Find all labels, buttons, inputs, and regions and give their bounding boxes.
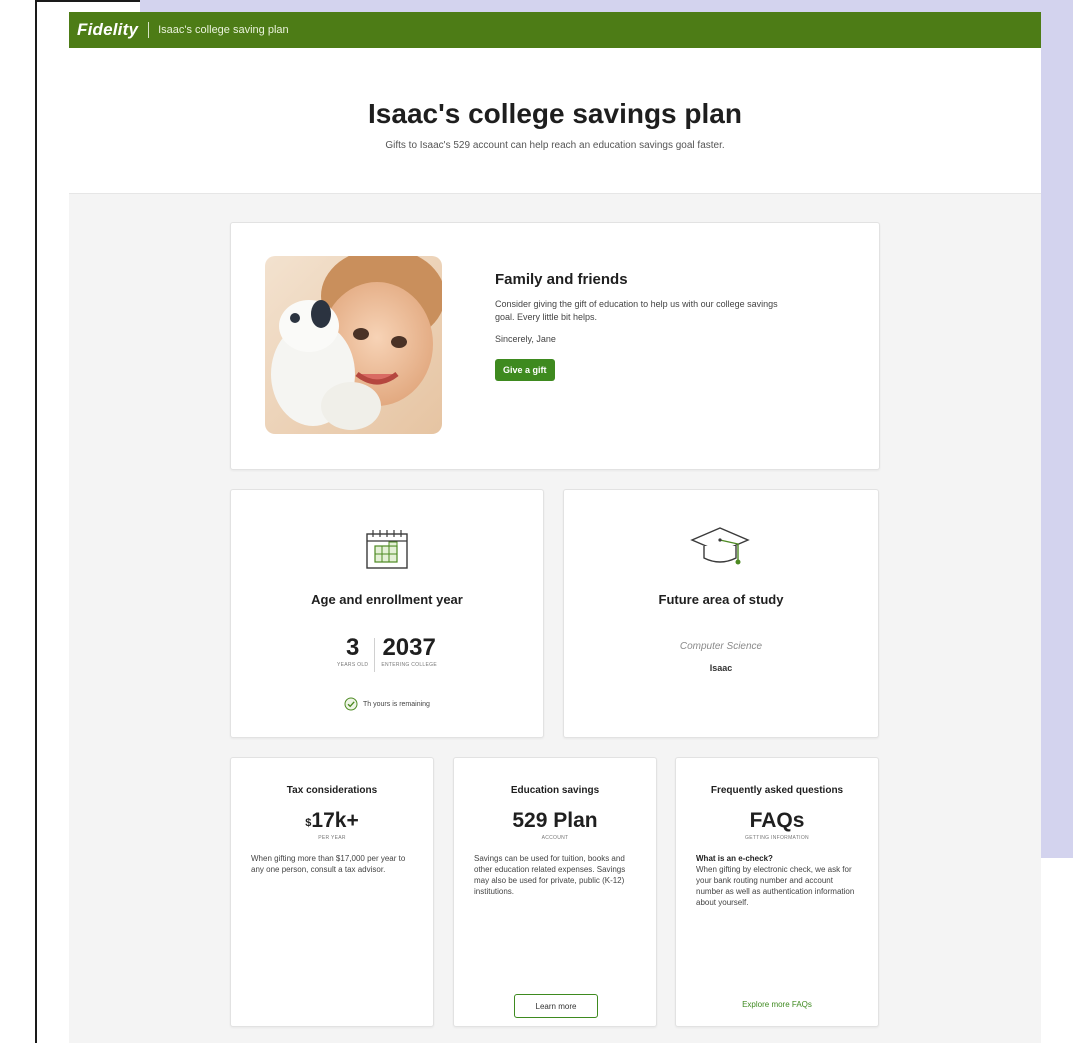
- edu-sub: ACCOUNT: [541, 835, 569, 841]
- tax-value-amount: 17k+: [311, 809, 359, 832]
- faq-question: What is an e-check?: [696, 854, 773, 863]
- graduation-cap-icon: [690, 527, 750, 565]
- tracking-text: Th yours is remaining: [363, 700, 430, 708]
- child-photo: [265, 256, 442, 434]
- tax-card: Tax considerations $17k+ PER YEAR When g…: [230, 757, 434, 1027]
- give-gift-button[interactable]: Give a gift: [495, 359, 555, 381]
- faq-value: FAQs: [749, 809, 805, 832]
- calendar-icon: [366, 530, 408, 569]
- check-circle-icon: [344, 697, 358, 711]
- topbar-title: Isaac's college saving plan: [158, 24, 289, 36]
- family-heading: Family and friends: [495, 271, 628, 288]
- edu-body: Savings can be used for tuition, books a…: [474, 854, 626, 896]
- explore-faqs-link[interactable]: Explore more FAQs: [676, 1000, 878, 1009]
- tax-value: $17k+: [231, 810, 433, 832]
- faq-body: What is an e-check? When gifting by elec…: [696, 853, 860, 908]
- top-bar: Fidelity Isaac's college saving plan: [69, 12, 1041, 48]
- tax-sub: PER YEAR: [318, 835, 346, 841]
- study-field: Computer Science: [679, 641, 763, 652]
- enrollment-year-value: 2037: [382, 634, 436, 661]
- background-strip-top: [140, 0, 1073, 12]
- study-heading: Future area of study: [658, 592, 784, 607]
- background-strip-side: [1041, 0, 1073, 858]
- age-heading: Age and enrollment year: [311, 592, 463, 607]
- tax-body: When gifting more than $17,000 per year …: [251, 854, 406, 874]
- education-savings-card: Education savings 529 Plan ACCOUNT Savin…: [453, 757, 657, 1027]
- age-label: YEARS OLD: [337, 662, 369, 668]
- study-card: Future area of study Computer Science Is…: [563, 489, 879, 738]
- age-stats: 3 YEARS OLD 2037 ENTERING COLLEGE: [231, 635, 543, 672]
- faq-sub: GETTING INFORMATION: [745, 835, 809, 841]
- edu-value: 529 Plan: [512, 809, 598, 832]
- tax-heading: Tax considerations: [286, 785, 378, 796]
- faq-heading: Frequently asked questions: [710, 785, 844, 796]
- window-frame-top: [35, 0, 140, 2]
- faq-card: Frequently asked questions FAQs GETTING …: [675, 757, 879, 1027]
- tracking-status: Th yours is remaining: [231, 697, 543, 711]
- page-subtitle: Gifts to Isaac's 529 account can help re…: [385, 140, 725, 151]
- edu-heading: Education savings: [510, 785, 600, 796]
- age-value: 3: [345, 634, 360, 661]
- family-signature: Sincerely, Jane: [495, 334, 556, 344]
- page-title: Isaac's college savings plan: [368, 98, 742, 129]
- family-card: Family and friends Consider giving the g…: [230, 222, 880, 470]
- enrollment-year-label: ENTERING COLLEGE: [381, 662, 437, 668]
- age-card: Age and enrollment year 3 YEARS OLD 2037…: [230, 489, 544, 738]
- hero-section: Isaac's college savings plan Gifts to Is…: [69, 48, 1041, 194]
- window-frame-left: [35, 0, 37, 1043]
- family-message: Consider giving the gift of education to…: [495, 299, 778, 322]
- student-name: Isaac: [709, 663, 733, 673]
- topbar-divider: [148, 22, 150, 38]
- faq-answer: When gifting by electronic check, we ask…: [696, 865, 855, 907]
- fidelity-logo[interactable]: Fidelity: [77, 20, 138, 40]
- tax-value-prefix: $: [305, 817, 312, 829]
- learn-more-button[interactable]: Learn more: [514, 994, 598, 1018]
- page: Fidelity Isaac's college saving plan Isa…: [69, 12, 1041, 1043]
